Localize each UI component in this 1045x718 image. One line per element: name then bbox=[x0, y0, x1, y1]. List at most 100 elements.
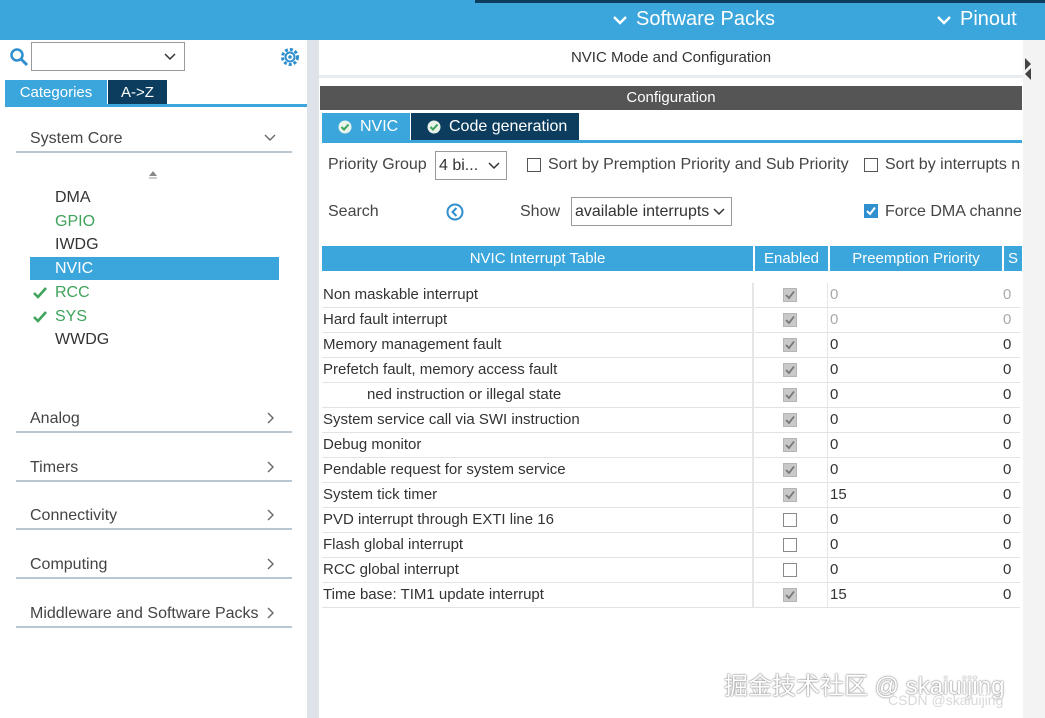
sub-priority-value[interactable]: 0 bbox=[1003, 386, 1011, 403]
enabled-checkbox[interactable] bbox=[783, 538, 797, 552]
table-row[interactable]: System tick timer 15 0 bbox=[322, 483, 1020, 508]
preemption-priority-value[interactable]: 0 bbox=[830, 411, 838, 428]
preemption-priority-value[interactable]: 0 bbox=[830, 536, 838, 553]
category-middleware[interactable]: Middleware and Software Packs bbox=[16, 598, 292, 628]
gear-icon[interactable] bbox=[279, 46, 301, 68]
sub-priority-value[interactable]: 0 bbox=[1003, 361, 1011, 378]
column-header-sub[interactable]: S bbox=[1004, 246, 1022, 271]
sub-priority-value[interactable]: 0 bbox=[1003, 561, 1011, 578]
sidebar-item-wwdg[interactable]: WWDG bbox=[30, 328, 279, 351]
preemption-priority-value[interactable]: 0 bbox=[830, 461, 838, 478]
sidebar-item-sys[interactable]: SYS bbox=[30, 305, 279, 328]
sub-priority-value[interactable]: 0 bbox=[1003, 536, 1011, 553]
sort-interrupts-checkbox[interactable] bbox=[864, 158, 878, 172]
interrupt-name: Pendable request for system service bbox=[323, 461, 566, 478]
table-row[interactable]: Non maskable interrupt 0 0 bbox=[322, 283, 1020, 308]
table-row[interactable]: Flash global interrupt 0 0 bbox=[322, 533, 1020, 558]
preemption-priority-value[interactable]: 0 bbox=[830, 436, 838, 453]
sub-priority-value[interactable]: 0 bbox=[1003, 436, 1011, 453]
sub-priority-value[interactable]: 0 bbox=[1003, 311, 1011, 328]
enabled-checkbox[interactable] bbox=[783, 363, 797, 377]
priority-group-select[interactable]: 4 bi... bbox=[435, 151, 507, 180]
collapse-handle-icon[interactable] bbox=[1023, 56, 1033, 80]
table-row[interactable]: RCC global interrupt 0 0 bbox=[322, 558, 1020, 583]
enabled-checkbox[interactable] bbox=[783, 313, 797, 327]
table-row[interactable]: Time base: TIM1 update interrupt 15 0 bbox=[322, 583, 1020, 608]
sidebar-item-dma[interactable]: DMA bbox=[30, 186, 279, 209]
chevron-right-icon bbox=[267, 607, 274, 619]
column-header-enabled[interactable]: Enabled bbox=[755, 246, 828, 271]
force-dma-checkbox[interactable] bbox=[864, 204, 878, 218]
check-icon bbox=[785, 465, 795, 475]
enabled-checkbox[interactable] bbox=[783, 288, 797, 302]
table-row[interactable]: Pendable request for system service 0 0 bbox=[322, 458, 1020, 483]
preemption-priority-value[interactable]: 0 bbox=[830, 311, 838, 328]
category-timers[interactable]: Timers bbox=[16, 452, 292, 482]
sub-priority-value[interactable]: 0 bbox=[1003, 336, 1011, 353]
show-select[interactable]: available interrupts bbox=[571, 197, 732, 226]
preemption-priority-value[interactable]: 0 bbox=[830, 286, 838, 303]
enabled-checkbox[interactable] bbox=[783, 488, 797, 502]
column-header-preemption[interactable]: Preemption Priority bbox=[830, 246, 1002, 271]
table-row[interactable]: ned instruction or illegal state 0 0 bbox=[322, 383, 1020, 408]
table-row[interactable]: PVD interrupt through EXTI line 16 0 0 bbox=[322, 508, 1020, 533]
table-row[interactable]: Hard fault interrupt 0 0 bbox=[322, 308, 1020, 333]
enabled-checkbox[interactable] bbox=[783, 513, 797, 527]
sidebar-item-nvic[interactable]: NVIC bbox=[30, 257, 279, 280]
chevron-down-icon bbox=[937, 15, 951, 25]
preemption-priority-value[interactable]: 0 bbox=[830, 386, 838, 403]
tab-categories[interactable]: Categories bbox=[5, 80, 107, 105]
interrupt-name: ned instruction or illegal state bbox=[367, 386, 562, 403]
sidebar-item-rcc[interactable]: RCC bbox=[30, 281, 279, 304]
column-divider bbox=[752, 283, 754, 308]
scroll-up-icon[interactable] bbox=[147, 168, 159, 182]
search-icon[interactable] bbox=[9, 47, 29, 67]
table-row[interactable]: System service call via SWI instruction 0… bbox=[322, 408, 1020, 433]
sub-priority-value[interactable]: 0 bbox=[1003, 586, 1011, 603]
preemption-priority-value[interactable]: 15 bbox=[830, 486, 847, 503]
column-divider bbox=[752, 358, 754, 383]
pinout-menu[interactable]: Pinout bbox=[936, 8, 1017, 31]
sidebar-item-iwdg[interactable]: IWDG bbox=[30, 233, 279, 256]
category-label: Computing bbox=[30, 556, 108, 573]
check-circle-icon bbox=[338, 120, 352, 133]
enabled-checkbox[interactable] bbox=[783, 388, 797, 402]
preemption-priority-value[interactable]: 0 bbox=[830, 336, 838, 353]
sub-priority-value[interactable]: 0 bbox=[1003, 411, 1011, 428]
tab-nvic[interactable]: NVIC bbox=[322, 113, 410, 140]
interrupt-name: PVD interrupt through EXTI line 16 bbox=[323, 511, 554, 528]
category-analog[interactable]: Analog bbox=[16, 403, 292, 433]
search-combo[interactable] bbox=[31, 42, 185, 71]
interrupt-name: Debug monitor bbox=[323, 436, 422, 453]
table-row[interactable]: Prefetch fault, memory access fault 0 0 bbox=[322, 358, 1020, 383]
enabled-checkbox[interactable] bbox=[783, 338, 797, 352]
enabled-checkbox[interactable] bbox=[783, 438, 797, 452]
enabled-checkbox[interactable] bbox=[783, 413, 797, 427]
top-toolbar bbox=[0, 0, 1045, 40]
preemption-priority-value[interactable]: 0 bbox=[830, 511, 838, 528]
search-clear-icon[interactable] bbox=[445, 202, 465, 222]
sub-priority-value[interactable]: 0 bbox=[1003, 486, 1011, 503]
sidebar-item-gpio[interactable]: GPIO bbox=[30, 210, 279, 233]
preemption-priority-value[interactable]: 0 bbox=[830, 561, 838, 578]
preemption-priority-value[interactable]: 0 bbox=[830, 361, 838, 378]
preemption-priority-value[interactable]: 15 bbox=[830, 586, 847, 603]
table-row[interactable]: Memory management fault 0 0 bbox=[322, 333, 1020, 358]
enabled-checkbox[interactable] bbox=[783, 463, 797, 477]
software-packs-menu[interactable]: Software Packs bbox=[612, 8, 775, 31]
sort-premption-checkbox[interactable] bbox=[527, 158, 541, 172]
category-computing[interactable]: Computing bbox=[16, 549, 292, 579]
sub-priority-value[interactable]: 0 bbox=[1003, 286, 1011, 303]
enabled-checkbox[interactable] bbox=[783, 588, 797, 602]
category-connectivity[interactable]: Connectivity bbox=[16, 500, 292, 530]
enabled-checkbox[interactable] bbox=[783, 563, 797, 577]
sub-priority-value[interactable]: 0 bbox=[1003, 461, 1011, 478]
category-system-core[interactable]: System Core bbox=[16, 123, 292, 153]
check-icon bbox=[785, 365, 795, 375]
tab-code-generation[interactable]: Code generation bbox=[411, 113, 579, 140]
table-row[interactable]: Debug monitor 0 0 bbox=[322, 433, 1020, 458]
pane-splitter[interactable] bbox=[307, 40, 319, 718]
tab-a-z[interactable]: A->Z bbox=[108, 80, 167, 105]
column-header-interrupt[interactable]: NVIC Interrupt Table bbox=[322, 246, 753, 271]
sub-priority-value[interactable]: 0 bbox=[1003, 511, 1011, 528]
